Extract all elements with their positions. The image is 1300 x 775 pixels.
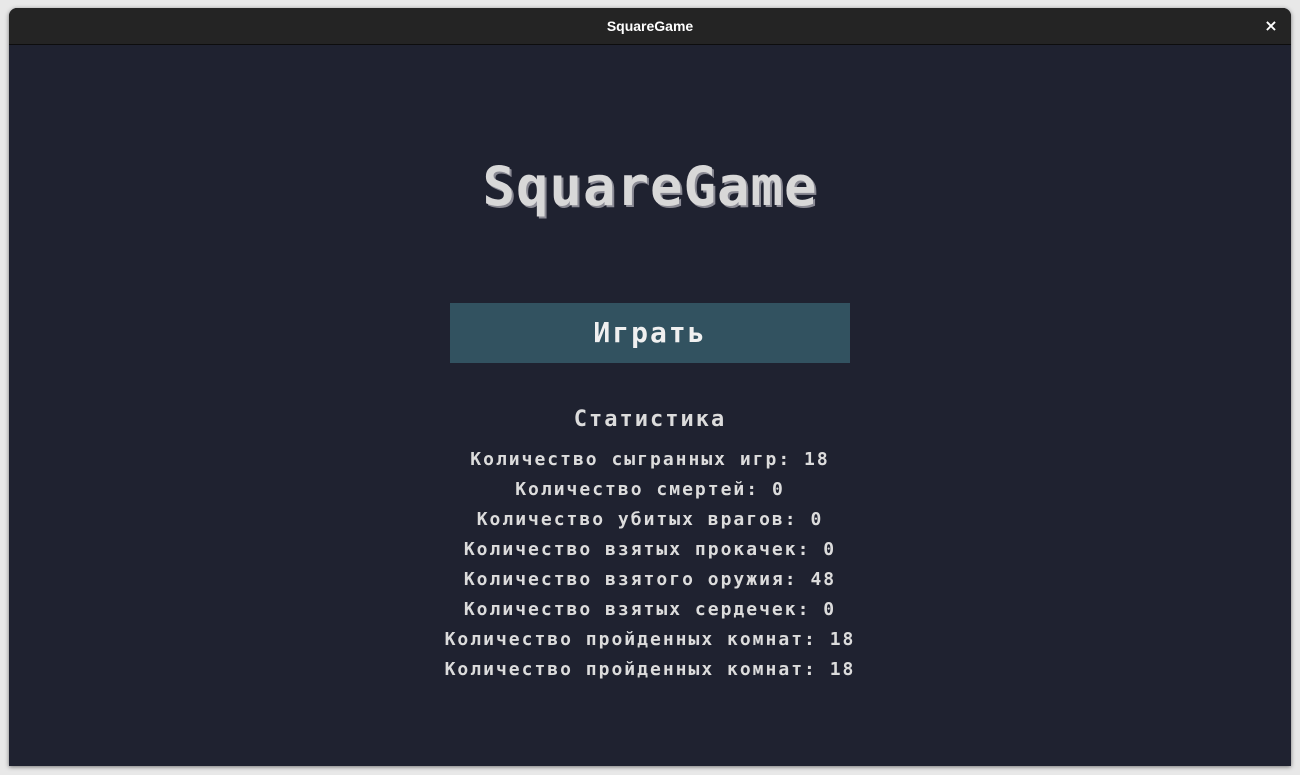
stat-label: Количество пройденных комнат: [444,659,817,680]
play-button[interactable]: Играть [450,303,850,363]
stat-value: 18 [829,659,856,680]
stat-hearts-taken: Количество взятых сердечек: 0 [9,595,1291,625]
stat-rooms-passed: Количество пройденных комнат: 18 [9,625,1291,655]
stat-value: 48 [810,569,837,590]
stat-enemies-killed: Количество убитых врагов: 0 [9,505,1291,535]
window-title: SquareGame [606,18,694,34]
stat-value: 0 [771,479,785,500]
stat-value: 0 [823,539,837,560]
stat-rooms-passed-duplicate: Количество пройденных комнат: 18 [9,655,1291,685]
game-title: SquareGame [482,155,818,218]
stat-label: Количество взятых сердечек: [463,599,811,620]
stat-label: Количество убитых врагов: [476,509,798,530]
stat-weapons-taken: Количество взятого оружия: 48 [9,565,1291,595]
game-screen: SquareGame Играть Статистика Количество … [9,45,1291,766]
stat-label: Количество пройденных комнат: [444,629,817,650]
close-icon[interactable]: × [1259,14,1283,38]
stat-value: 18 [829,629,856,650]
stat-label: Количество взятого оружия: [463,569,798,590]
stats-list: Количество сыгранных игр: 18 Количество … [9,445,1291,685]
stat-value: 0 [810,509,824,530]
stat-deaths: Количество смертей: 0 [9,475,1291,505]
stat-label: Количество сыгранных игр: [470,449,792,470]
stat-games-played: Количество сыгранных игр: 18 [9,445,1291,475]
app-window: SquareGame × SquareGame Играть Статистик… [9,8,1291,766]
stat-label: Количество смертей: [515,479,760,500]
stat-value: 18 [804,449,830,470]
stat-value: 0 [823,599,837,620]
stats-heading: Статистика [573,407,727,432]
stat-upgrades-taken: Количество взятых прокачек: 0 [9,535,1291,565]
title-bar: SquareGame × [9,8,1291,45]
stat-label: Количество взятых прокачек: [463,539,811,560]
